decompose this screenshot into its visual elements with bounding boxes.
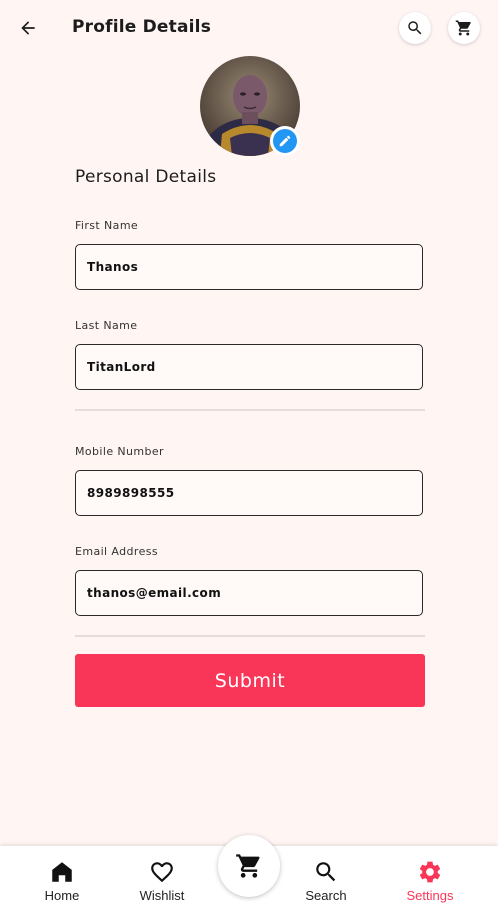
mobile-number-label: Mobile Number (75, 445, 164, 458)
pencil-icon (279, 135, 291, 147)
nav-item-settings[interactable]: Settings (385, 846, 475, 915)
cart-button[interactable] (448, 12, 480, 44)
nav-item-search[interactable]: Search (281, 846, 371, 915)
profile-avatar-container (200, 56, 300, 156)
first-name-label: First Name (75, 219, 139, 232)
search-icon (408, 21, 422, 35)
email-address-label: Email Address (75, 545, 159, 558)
divider (75, 635, 425, 637)
arrow-left-icon (21, 21, 35, 35)
nav-label-settings: Settings (406, 888, 454, 903)
home-icon (52, 862, 72, 882)
nav-cart-button[interactable] (218, 835, 280, 897)
submit-button[interactable]: Submit (75, 654, 425, 707)
first-name-field[interactable] (75, 244, 423, 290)
cart-icon (455, 20, 471, 36)
section-title: Personal Details (75, 167, 217, 187)
nav-label-search: Search (305, 888, 347, 903)
nav-item-home[interactable]: Home (17, 846, 107, 915)
nav-item-wishlist[interactable]: Wishlist (117, 846, 207, 915)
page-title: Profile Details (72, 17, 212, 37)
mobile-number-field[interactable] (75, 470, 423, 516)
last-name-field[interactable] (75, 344, 423, 390)
cart-icon (236, 854, 260, 878)
edit-avatar-button[interactable] (270, 126, 300, 156)
search-icon (316, 862, 336, 882)
nav-label-home: Home (44, 888, 80, 903)
gear-icon (419, 861, 441, 883)
heart-icon (151, 862, 173, 883)
last-name-label: Last Name (75, 319, 138, 332)
email-field[interactable] (75, 570, 423, 616)
back-button[interactable] (14, 14, 42, 42)
app-bar: Profile Details (0, 0, 498, 56)
nav-label-wishlist: Wishlist (139, 888, 185, 903)
divider (75, 409, 425, 411)
search-button[interactable] (399, 12, 431, 44)
